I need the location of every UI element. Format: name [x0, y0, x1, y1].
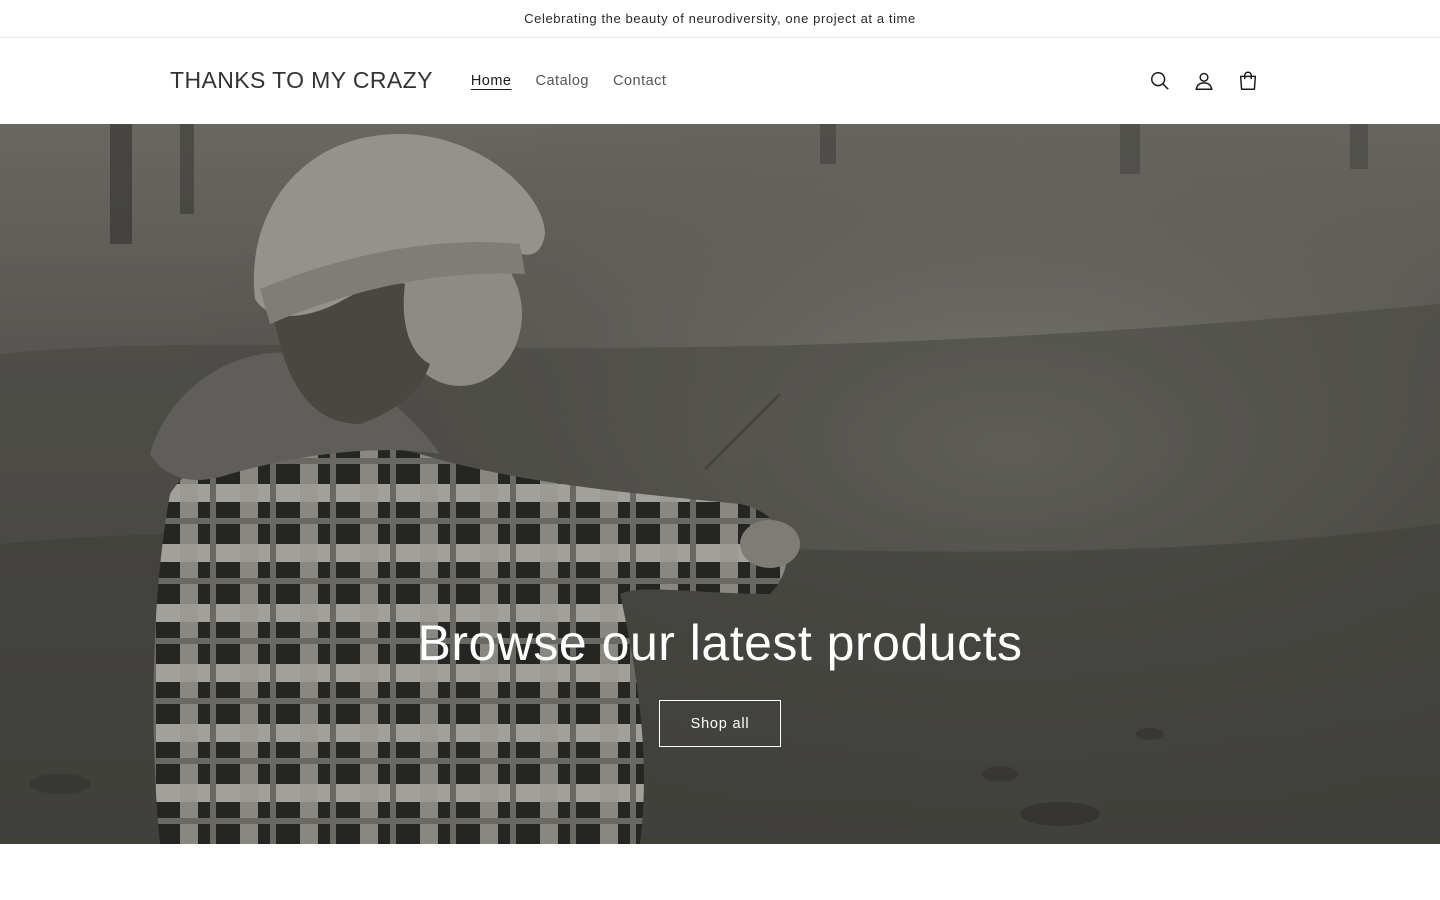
search-button[interactable] — [1138, 59, 1182, 103]
announcement-bar: Celebrating the beauty of neurodiversity… — [0, 0, 1440, 38]
cart-icon — [1239, 71, 1257, 90]
header-icons — [1138, 38, 1270, 123]
nav-contact[interactable]: Contact — [613, 69, 666, 93]
shop-all-button[interactable]: Shop all — [659, 700, 781, 747]
announcement-text: Celebrating the beauty of neurodiversity… — [524, 11, 916, 26]
hero-content: Browse our latest products Shop all — [0, 614, 1440, 747]
main-nav: Home Catalog Contact — [471, 69, 691, 93]
nav-catalog[interactable]: Catalog — [536, 69, 589, 93]
account-icon — [1195, 72, 1213, 90]
account-button[interactable] — [1182, 59, 1226, 103]
cart-button[interactable] — [1226, 59, 1270, 103]
search-icon — [1151, 71, 1169, 90]
site-logo[interactable]: THANKS TO MY CRAZY — [170, 67, 433, 94]
hero-title: Browse our latest products — [417, 615, 1023, 671]
hero-banner: Browse our latest products Shop all — [0, 124, 1440, 844]
nav-home[interactable]: Home — [471, 69, 512, 93]
site-header: THANKS TO MY CRAZY Home Catalog Contact — [0, 38, 1440, 123]
